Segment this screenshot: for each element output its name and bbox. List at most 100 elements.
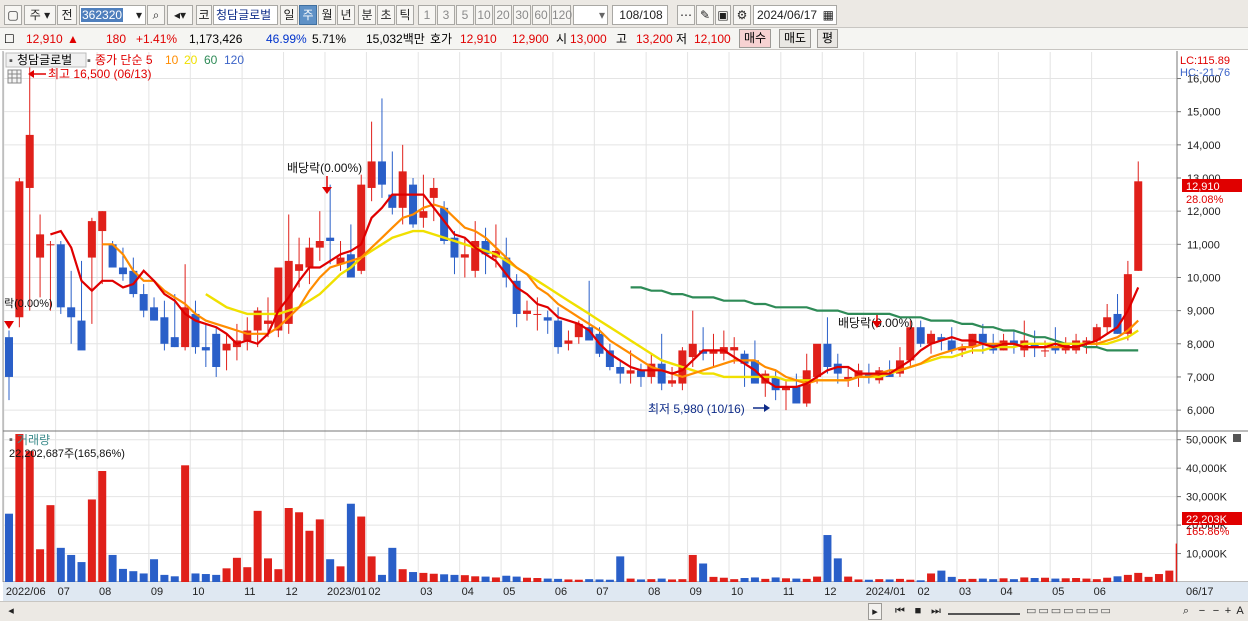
period-year[interactable]: 년: [337, 5, 355, 25]
volume-bar: [118, 568, 127, 582]
price-tick-label: 9,000: [1187, 306, 1215, 318]
candle-body: [823, 343, 832, 367]
candle-body: [543, 317, 552, 321]
volume-tick-label: 40,000K: [1186, 463, 1228, 475]
volume-current-pct: 165.86%: [1186, 526, 1230, 538]
candle-body: [1041, 350, 1049, 352]
page-count[interactable]: 108/108: [612, 5, 668, 25]
stock-chart[interactable]: 16,00015,00014,00013,00012,00011,00010,0…: [0, 51, 1248, 601]
volume-bar: [1009, 579, 1018, 582]
interval-20[interactable]: 20: [494, 5, 512, 25]
candle-body: [1103, 317, 1112, 328]
volume-bar: [243, 567, 252, 582]
volume-bar: [1134, 572, 1143, 582]
interval-5[interactable]: 5: [456, 5, 474, 25]
collapse-icon[interactable]: −: [1210, 603, 1222, 620]
first-page-icon[interactable]: ⏮: [892, 603, 908, 620]
chart-tool-icons[interactable]: ▭▭▭▭▭▭▭: [1026, 603, 1176, 620]
interval-3[interactable]: 3: [437, 5, 455, 25]
volume-bar: [636, 579, 645, 582]
menu-dot-icon[interactable]: ▪: [9, 55, 13, 67]
window-icon[interactable]: ▢: [4, 5, 22, 25]
interval-input[interactable]: ▾: [573, 5, 608, 25]
stop-icon[interactable]: ■: [910, 603, 926, 620]
sell-button[interactable]: 매도: [779, 29, 812, 48]
candle-body: [377, 161, 386, 185]
trade-amount: 15,032백만: [366, 32, 425, 46]
volume-bar: [274, 569, 283, 582]
scroll-right-icon[interactable]: ▸: [868, 603, 882, 620]
crosshair-icon[interactable]: ⋯: [677, 5, 695, 25]
scroll-left-icon[interactable]: ◂: [4, 603, 18, 620]
stock-name[interactable]: 청담글로벌: [213, 5, 278, 25]
date-input[interactable]: 2024/06/17 ▦: [753, 5, 837, 25]
period-month[interactable]: 월: [318, 5, 336, 25]
last-page-icon[interactable]: ⏭: [928, 603, 944, 620]
gear-icon[interactable]: ⚙: [733, 5, 751, 25]
quote-checkbox[interactable]: ☐: [4, 31, 15, 47]
chevron-down-icon: ▾: [135, 8, 142, 22]
eval-button[interactable]: 평: [817, 29, 839, 48]
volume-bar: [357, 516, 366, 582]
volume-bar: [191, 573, 200, 582]
volume-bar: [1165, 570, 1174, 582]
volume-bar: [906, 579, 915, 582]
draw-tool-icon[interactable]: ✎: [696, 5, 714, 25]
interval-30[interactable]: 30: [513, 5, 531, 25]
low-price: 12,100: [694, 32, 731, 46]
date-tick-label: 03: [959, 586, 971, 598]
high-annotation: 최고 16,500 (06/13): [48, 67, 151, 81]
candle-body: [25, 134, 34, 188]
market-label[interactable]: 코: [196, 5, 212, 25]
zoom-in-icon[interactable]: +: [1222, 603, 1234, 620]
volume-bar: [605, 579, 614, 582]
volume-bar: [1154, 574, 1163, 582]
font-size-icon[interactable]: A: [1234, 603, 1246, 620]
volume-bar: [36, 549, 45, 582]
low-label: 저: [676, 32, 688, 46]
volume-bar: [1103, 577, 1112, 582]
date-tick-label: 12: [824, 586, 836, 598]
period-minute[interactable]: 분: [358, 5, 376, 25]
zoom-slider[interactable]: [948, 603, 1020, 615]
menu-dot-icon[interactable]: ▪: [87, 55, 91, 67]
calendar-icon: ▦: [822, 8, 834, 22]
volume-bar: [968, 578, 977, 582]
interval-10[interactable]: 10: [475, 5, 493, 25]
period-week[interactable]: 주: [299, 5, 317, 25]
chart-scrollbar[interactable]: ◂ ▸ ⏮ ■ ⏭ ▭▭▭▭▭▭▭ ⌕ − − + A: [0, 601, 1248, 621]
change-percent: +1.41%: [136, 32, 178, 46]
speaker-icon[interactable]: ◂▾: [167, 5, 193, 25]
search-icon[interactable]: ⌕: [147, 5, 165, 25]
zoom-out-icon[interactable]: −: [1196, 603, 1208, 620]
interval-60[interactable]: 60: [532, 5, 550, 25]
buy-button[interactable]: 매수: [739, 29, 772, 48]
interval-1[interactable]: 1: [418, 5, 436, 25]
volume-bar: [201, 574, 210, 582]
volume-bar: [56, 547, 65, 582]
volume-bar: [989, 579, 998, 582]
period-second[interactable]: 초: [377, 5, 395, 25]
volume-bar: [346, 503, 355, 582]
period-day[interactable]: 일: [280, 5, 298, 25]
interval-120[interactable]: 120: [551, 5, 572, 25]
price-tick-label: 6,000: [1187, 405, 1215, 417]
volume-current-label: 22,203K: [1186, 514, 1228, 526]
date-tick-label: 04: [1000, 586, 1012, 598]
volume-bar: [813, 576, 822, 582]
date-value: 2024/06/17: [757, 8, 818, 22]
table-icon[interactable]: [7, 69, 22, 84]
close-icon[interactable]: [1233, 434, 1241, 442]
volume-bar: [833, 558, 842, 582]
stock-code-input[interactable]: 362320 ▾: [79, 5, 146, 25]
zoom-search-icon[interactable]: ⌕: [1178, 603, 1194, 620]
legend-ma120: 120: [224, 53, 244, 67]
volume-bar: [543, 578, 552, 582]
date-tick-label: 09: [690, 586, 702, 598]
period-tick[interactable]: 틱: [396, 5, 414, 25]
prev-button[interactable]: 전: [57, 5, 77, 25]
mode-select[interactable]: 주 ▾: [24, 5, 56, 25]
menu-dot-icon[interactable]: ▪: [9, 434, 13, 446]
save-icon[interactable]: ▣: [715, 5, 731, 25]
volume-bar: [947, 576, 956, 582]
